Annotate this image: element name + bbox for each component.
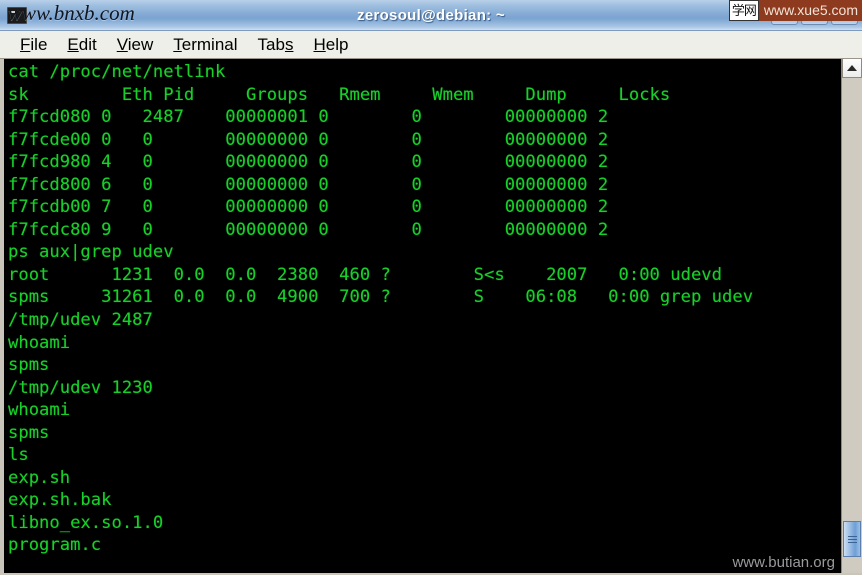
xue5-logo-icon: 学网 xyxy=(728,0,759,21)
terminal-line: ps aux|grep udev xyxy=(8,242,174,263)
terminal-line: /tmp/udev 2487 xyxy=(8,310,153,331)
menu-item-help[interactable]: Help xyxy=(303,35,358,55)
terminal-line: exp.sh.bak xyxy=(8,490,112,511)
menu-file-mnemonic: F xyxy=(20,34,31,54)
menu-edit-label: dit xyxy=(78,34,97,54)
terminal-body: cat /proc/net/netlink sk Eth Pid Groups … xyxy=(0,59,862,575)
menu-bar: File Edit View Terminal Tabs Help xyxy=(0,31,862,59)
scrollbar-thumb[interactable] xyxy=(843,521,861,557)
watermark-butian: www.butian.org xyxy=(732,554,835,571)
watermark-bnxb: www.bnxb.com xyxy=(8,1,135,25)
terminal-line: f7fcd980 4 0 00000000 0 0 00000000 2 xyxy=(8,152,609,173)
watermark-xue5: 学网 www.xue5.com xyxy=(728,0,862,21)
menu-terminal-mnemonic: T xyxy=(173,34,182,54)
terminal-window: www.bnxb.com zerosoul@debian: ~ ▲ 学网 www… xyxy=(0,0,862,575)
menu-help-mnemonic: H xyxy=(313,34,326,54)
terminal-line: program.c xyxy=(8,535,102,556)
menu-item-terminal[interactable]: Terminal xyxy=(163,35,247,55)
scrollbar-track[interactable] xyxy=(842,78,862,573)
watermark-xue5-text: www.xue5.com xyxy=(758,0,862,21)
terminal-line: sk Eth Pid Groups Rmem Wmem Dump Locks xyxy=(8,84,671,105)
scrollbar-grip-icon xyxy=(847,534,857,545)
terminal-line: exp.sh xyxy=(8,467,71,488)
menu-help-label: elp xyxy=(325,34,349,54)
terminal-line: spms xyxy=(8,422,50,443)
menu-item-file[interactable]: File xyxy=(10,35,57,55)
menu-view-label: iew xyxy=(127,34,154,54)
terminal-line: /tmp/udev 1230 xyxy=(8,377,153,398)
menu-terminal-label: erminal xyxy=(181,34,238,54)
menu-tabs-prefix: Tab xyxy=(257,34,285,54)
title-bar[interactable]: www.bnxb.com zerosoul@debian: ~ ▲ 学网 www… xyxy=(0,0,862,31)
menu-item-tabs[interactable]: Tabs xyxy=(248,35,304,55)
terminal-line: spms 31261 0.0 0.0 4900 700 ? S 06:08 0:… xyxy=(8,287,754,308)
terminal-scrollbar[interactable] xyxy=(841,59,862,573)
menu-view-mnemonic: V xyxy=(116,34,128,54)
menu-file-label: ile xyxy=(30,34,48,54)
terminal-line: libno_ex.so.1.0 xyxy=(8,512,164,533)
terminal-line: root 1231 0.0 0.0 2380 460 ? S<s 2007 0:… xyxy=(8,264,722,285)
menu-item-edit[interactable]: Edit xyxy=(57,35,106,55)
menu-edit-mnemonic: E xyxy=(67,34,79,54)
terminal-line: whoami xyxy=(8,332,71,353)
scroll-up-button[interactable] xyxy=(842,59,862,78)
terminal-line: cat /proc/net/netlink xyxy=(8,62,226,82)
terminal-screen[interactable]: cat /proc/net/netlink sk Eth Pid Groups … xyxy=(4,59,841,573)
terminal-line: f7fcd800 6 0 00000000 0 0 00000000 2 xyxy=(8,174,609,195)
chevron-up-icon xyxy=(847,65,857,71)
terminal-line: f7fcdc80 9 0 00000000 0 0 00000000 2 xyxy=(8,219,609,240)
terminal-line: whoami xyxy=(8,400,71,421)
terminal-line: f7fcdb00 7 0 00000000 0 0 00000000 2 xyxy=(8,197,609,218)
terminal-line: ls xyxy=(8,445,29,466)
menu-item-view[interactable]: View xyxy=(107,35,164,55)
terminal-line: f7fcde00 0 0 00000000 0 0 00000000 2 xyxy=(8,129,609,150)
menu-tabs-mnemonic: s xyxy=(284,34,294,54)
terminal-line: f7fcd080 0 2487 00000001 0 0 00000000 2 xyxy=(8,107,609,128)
terminal-line: spms xyxy=(8,355,50,376)
